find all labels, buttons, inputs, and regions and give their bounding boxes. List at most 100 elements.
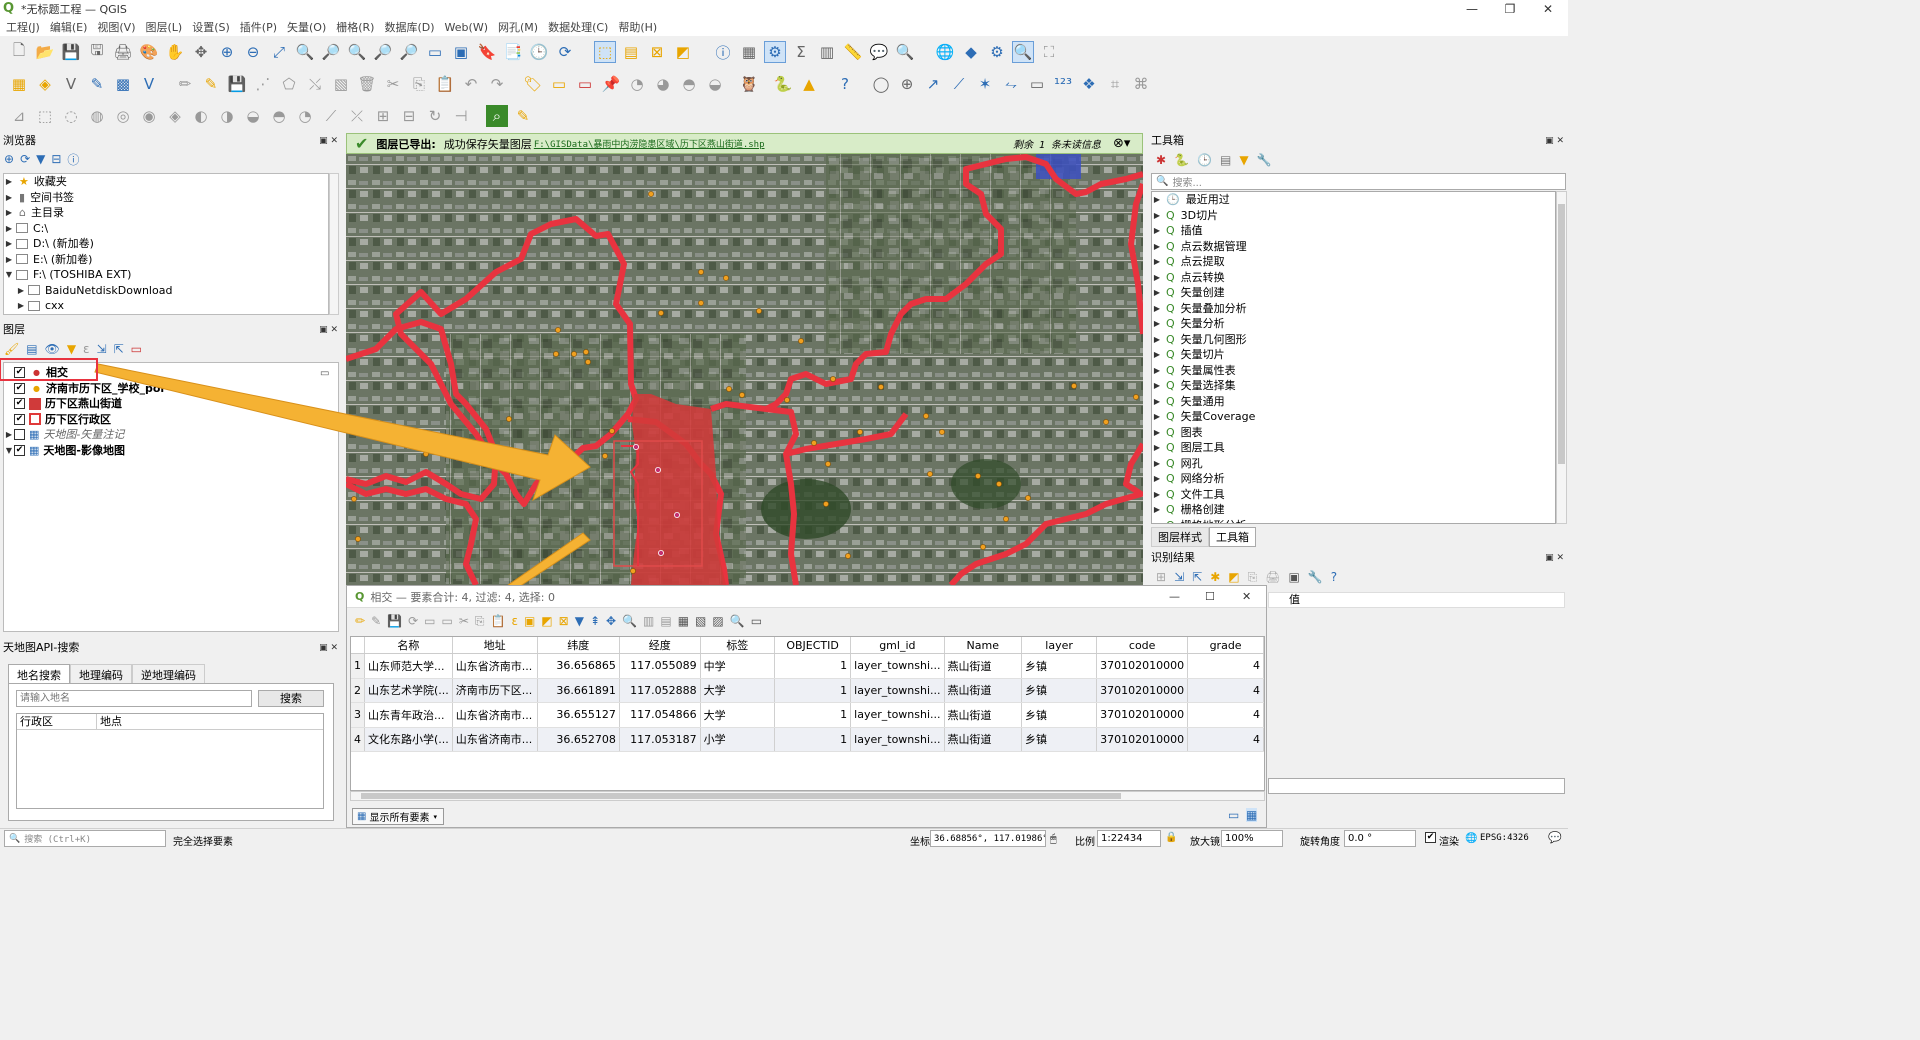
table-cell[interactable]: layer_townshi...: [850, 702, 945, 728]
render-checkbox[interactable]: ✔: [1425, 832, 1436, 843]
label-highlight-icon[interactable]: ▭: [574, 73, 596, 95]
filter-browser-icon[interactable]: ▼: [36, 152, 45, 166]
column-district[interactable]: 行政区: [17, 714, 97, 729]
column-header[interactable]: 纬度: [537, 637, 620, 654]
vertex-tool-icon[interactable]: ⤯: [304, 73, 326, 95]
settings-gear-icon[interactable]: ⚙: [986, 41, 1008, 63]
menu-mesh[interactable]: 网孔(M): [498, 19, 538, 35]
row-number[interactable]: 1: [351, 653, 365, 679]
table-cell[interactable]: 36.656865: [537, 653, 620, 679]
zoom-in-icon[interactable]: ⊕: [216, 41, 238, 63]
models-icon[interactable]: ✱: [1156, 153, 1166, 167]
circle-tool-icon[interactable]: ◯: [870, 73, 892, 95]
bookmark-icon[interactable]: 🔖: [476, 41, 498, 63]
panel-close-icon[interactable]: ▣ ✕: [319, 640, 342, 656]
polyline-tool-icon[interactable]: ⥊: [1000, 73, 1022, 95]
merge-features-icon[interactable]: ⊞: [372, 105, 394, 127]
statistics-icon[interactable]: Σ: [790, 41, 812, 63]
add-raster-icon[interactable]: ▩: [112, 73, 134, 95]
xy-tool-icon[interactable]: ↗: [922, 73, 944, 95]
modify-attrs-icon[interactable]: ▧: [330, 73, 352, 95]
delete-ring-icon[interactable]: ◑: [216, 105, 238, 127]
column-header[interactable]: OBJECTID: [774, 637, 852, 654]
multi-edit-icon[interactable]: ✎: [371, 614, 381, 628]
layer-checkbox[interactable]: ✔: [14, 444, 25, 456]
style-manager-icon[interactable]: 🎨: [138, 41, 160, 63]
toolbox-group[interactable]: ▶ Q 矢量Coverage: [1152, 409, 1555, 425]
add-group-icon[interactable]: ▤: [26, 342, 37, 356]
fullscreen-icon[interactable]: ⛶: [1038, 41, 1060, 63]
remove-layer-icon[interactable]: ▭: [131, 342, 142, 356]
toolbox-group[interactable]: ▶Q栅格地形分析: [1152, 518, 1555, 524]
identify-help-icon[interactable]: ?: [1331, 570, 1337, 584]
table-cell[interactable]: 乡镇: [1021, 702, 1098, 728]
table-cell[interactable]: 36.661891: [537, 678, 620, 703]
zoom-next-icon[interactable]: 🔎: [398, 41, 420, 63]
scripts-icon[interactable]: 🐍: [1174, 153, 1189, 167]
help-icon[interactable]: ?: [834, 73, 856, 95]
save-as-icon[interactable]: 🖫: [86, 41, 108, 63]
reshape-icon[interactable]: ◓: [268, 105, 290, 127]
toolbox-group[interactable]: ▶ Q 点云提取: [1152, 254, 1555, 270]
save-edits-icon[interactable]: 💾: [226, 73, 248, 95]
table-cell[interactable]: 117.053187: [619, 727, 701, 752]
browser-item[interactable]: ▶ ⌂ 主目录: [4, 205, 328, 221]
data-source-manager-icon[interactable]: ▦: [8, 73, 30, 95]
zoom-last-icon[interactable]: 🔎: [372, 41, 394, 63]
show-label-icon[interactable]: ◔: [626, 73, 648, 95]
column-header[interactable]: 地址: [452, 637, 538, 654]
toolbox-group[interactable]: ▶ Q 矢量叠加分析: [1152, 301, 1555, 317]
zoom-native-icon[interactable]: 🔍: [346, 41, 368, 63]
reload-icon[interactable]: ⟳: [408, 614, 418, 628]
copy-feature-icon[interactable]: ⎘: [1248, 570, 1258, 585]
move-label-icon[interactable]: ◕: [652, 73, 674, 95]
identify-mode-select[interactable]: [1268, 778, 1565, 794]
zoom-map-icon[interactable]: 🔍: [730, 614, 745, 628]
numbering-icon[interactable]: ¹²³: [1052, 73, 1074, 95]
menu-layer[interactable]: 图层(L): [145, 19, 182, 35]
delete-field-icon[interactable]: ▤: [660, 614, 671, 628]
maximize-button[interactable]: ❐: [1490, 0, 1530, 18]
table-cell[interactable]: 117.052888: [619, 678, 701, 703]
table-cell[interactable]: 36.652708: [537, 727, 620, 752]
column-place[interactable]: 地点: [97, 714, 122, 729]
attr-horizontal-scrollbar[interactable]: [350, 791, 1265, 801]
table-cell[interactable]: 1: [774, 653, 852, 679]
menu-processing[interactable]: 数据处理(C): [548, 19, 608, 35]
table-cell[interactable]: 乡镇: [1021, 678, 1098, 703]
layer-item-yanshan[interactable]: ✔ 历下区燕山街道: [4, 396, 338, 412]
panel-close-icon[interactable]: ▣ ✕: [319, 133, 342, 149]
menu-help[interactable]: 帮助(H): [618, 19, 657, 35]
fill-ring-icon[interactable]: ◐: [190, 105, 212, 127]
table-cell[interactable]: 大学: [700, 678, 775, 703]
field-calculator-icon[interactable]: ▦: [678, 614, 689, 628]
toolbox-group[interactable]: ▶ Q 矢量创建: [1152, 285, 1555, 301]
filter-legend-icon[interactable]: ▼: [67, 342, 76, 356]
select-all-icon[interactable]: ▣: [524, 614, 535, 628]
adv-digitize-icon[interactable]: ⊿: [8, 105, 30, 127]
row-number[interactable]: 4: [351, 727, 365, 752]
delete-part-icon[interactable]: ◒: [242, 105, 264, 127]
row-number[interactable]: 3: [351, 702, 365, 728]
table-cell[interactable]: 117.054866: [619, 702, 701, 728]
value-column-header[interactable]: 值: [1268, 592, 1565, 608]
add-part-icon[interactable]: ◈: [164, 105, 186, 127]
layer-checkbox[interactable]: [14, 429, 25, 441]
toolbox-group[interactable]: ▶ Q 点云转换: [1152, 270, 1555, 286]
move-selected-top-icon[interactable]: ⇞: [590, 614, 600, 628]
add-ring-icon[interactable]: ◉: [138, 105, 160, 127]
column-header[interactable]: layer: [1021, 637, 1098, 654]
invert-selection-icon[interactable]: ◩: [541, 614, 552, 628]
map-canvas[interactable]: [346, 154, 1143, 585]
toolbox-group[interactable]: ▶ Q 图表: [1152, 425, 1555, 441]
toggle-edit-icon[interactable]: ✏: [355, 614, 365, 628]
msg-more[interactable]: 剩余 1 条未读信息: [1013, 136, 1101, 151]
history-icon[interactable]: 🕒: [1197, 153, 1212, 167]
toolbox-group[interactable]: ▶ Q 矢量几何图形: [1152, 332, 1555, 348]
options-wrench-icon[interactable]: 🔧: [1257, 153, 1272, 167]
add-delimited-icon[interactable]: ✎: [86, 73, 108, 95]
column-header[interactable]: 名称: [364, 637, 453, 654]
layer-indicator-icon[interactable]: ▭: [320, 368, 329, 379]
table-cell[interactable]: 乡镇: [1021, 727, 1098, 752]
table-cell[interactable]: 燕山街道: [944, 653, 1023, 679]
